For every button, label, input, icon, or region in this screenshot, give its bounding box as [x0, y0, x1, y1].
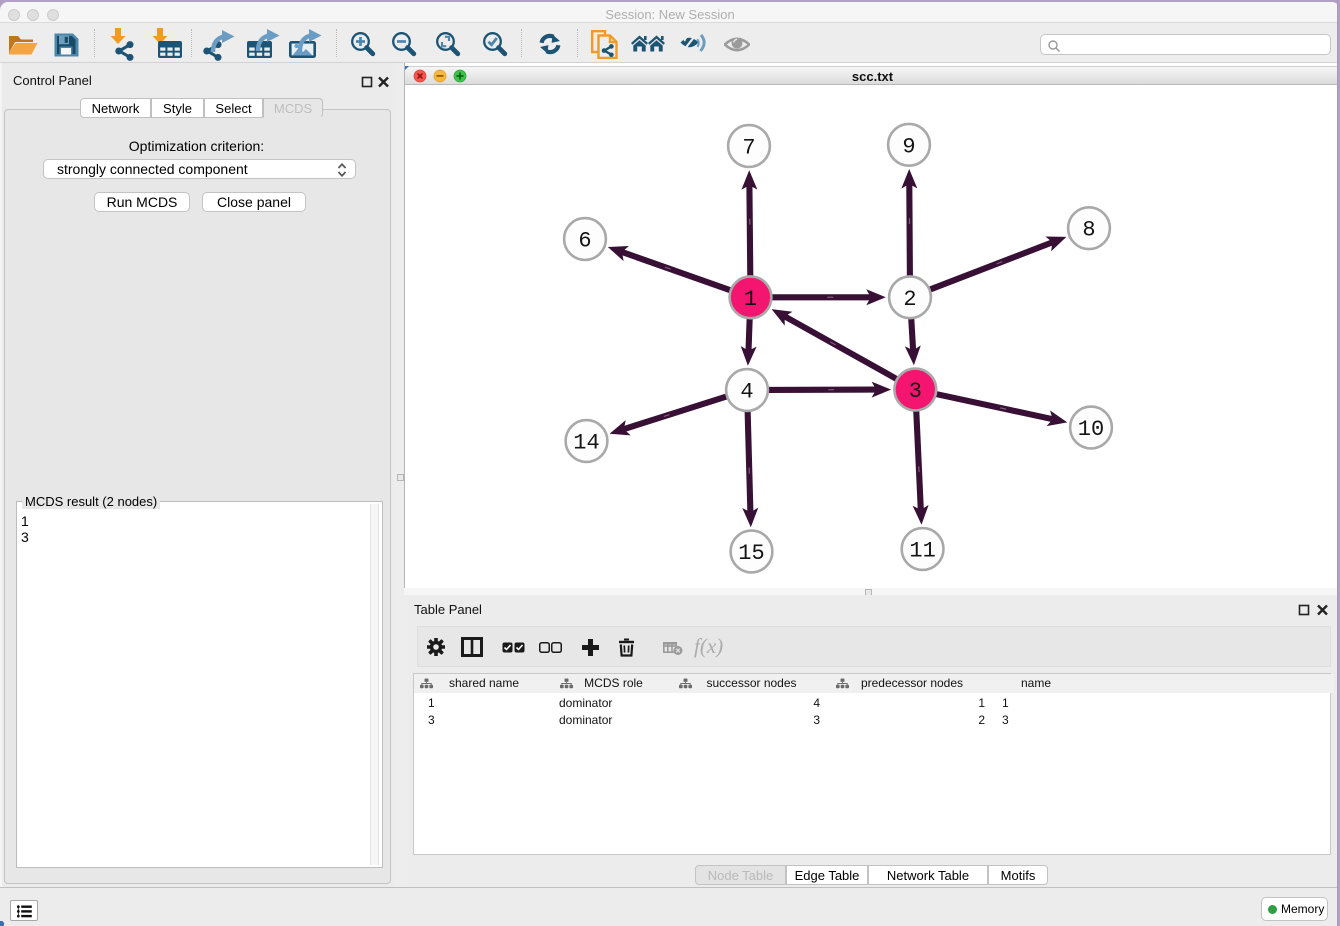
svg-text:2: 2 [903, 287, 916, 312]
svg-text:14: 14 [573, 431, 599, 456]
svg-text:7: 7 [742, 136, 755, 161]
svg-text:6: 6 [578, 229, 591, 254]
svg-text:3: 3 [909, 379, 922, 404]
svg-text:10: 10 [1078, 417, 1104, 442]
svg-text:15: 15 [738, 541, 764, 566]
svg-text:8: 8 [1082, 218, 1095, 243]
svg-text:1: 1 [744, 287, 757, 312]
svg-text:9: 9 [902, 134, 915, 159]
svg-text:4: 4 [740, 380, 753, 405]
svg-text:11: 11 [909, 539, 935, 564]
